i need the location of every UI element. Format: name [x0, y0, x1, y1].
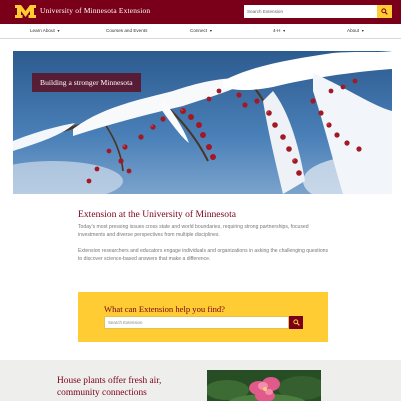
- nav-item-connect[interactable]: Connect ▼: [190, 28, 213, 33]
- umn-m-logo-icon[interactable]: [15, 5, 36, 18]
- help-search-box: What can Extension help you find? Search…: [78, 292, 328, 342]
- intro-heading: Extension at the University of Minnesota: [78, 209, 237, 220]
- site-header: University of Minnesota Extension Search…: [0, 0, 401, 24]
- intro-paragraph: Today's most pressing issues cross state…: [78, 224, 309, 239]
- chevron-down-icon: ▼: [208, 29, 213, 33]
- feature-section: House plants offer fresh air, community …: [0, 360, 401, 401]
- help-search-input[interactable]: Search Extension: [104, 316, 289, 329]
- header-search-button[interactable]: [377, 5, 392, 18]
- nav-item-about[interactable]: About ▼: [347, 28, 365, 33]
- nav-label: Learn About: [30, 28, 55, 33]
- main-nav: Learn About ▼ Courses and Events Connect…: [0, 24, 401, 39]
- nav-item-courses-and-events[interactable]: Courses and Events: [106, 28, 147, 33]
- search-icon: [381, 8, 388, 15]
- nav-item-learn-about[interactable]: Learn About ▼: [30, 28, 60, 33]
- feature-heading[interactable]: House plants offer fresh air, community …: [57, 375, 192, 399]
- hero-caption: Building a stronger Minnesota: [32, 73, 141, 92]
- chevron-down-icon: ▼: [360, 29, 365, 33]
- flower-image: [207, 370, 321, 401]
- nav-label: 4-H: [273, 28, 281, 33]
- search-icon: [292, 319, 300, 326]
- nav-label: Connect: [190, 28, 208, 33]
- help-heading: What can Extension help you find?: [104, 304, 225, 314]
- nav-item-4h[interactable]: 4-H ▼: [273, 28, 286, 33]
- header-search: Search Extension: [244, 5, 392, 18]
- site-title[interactable]: University of Minnesota Extension: [40, 6, 150, 15]
- hero-banner: Building a stronger Minnesota: [13, 51, 392, 194]
- intro-paragraph: Extension researchers and educators enga…: [78, 248, 329, 263]
- nav-label: About: [347, 28, 360, 33]
- chevron-down-icon: ▼: [55, 29, 61, 33]
- chevron-down-icon: ▼: [281, 29, 286, 33]
- header-search-input[interactable]: Search Extension: [244, 5, 377, 18]
- nav-label: Courses and Events: [106, 28, 148, 33]
- help-search-button[interactable]: [289, 316, 303, 329]
- feature-image[interactable]: [207, 370, 321, 401]
